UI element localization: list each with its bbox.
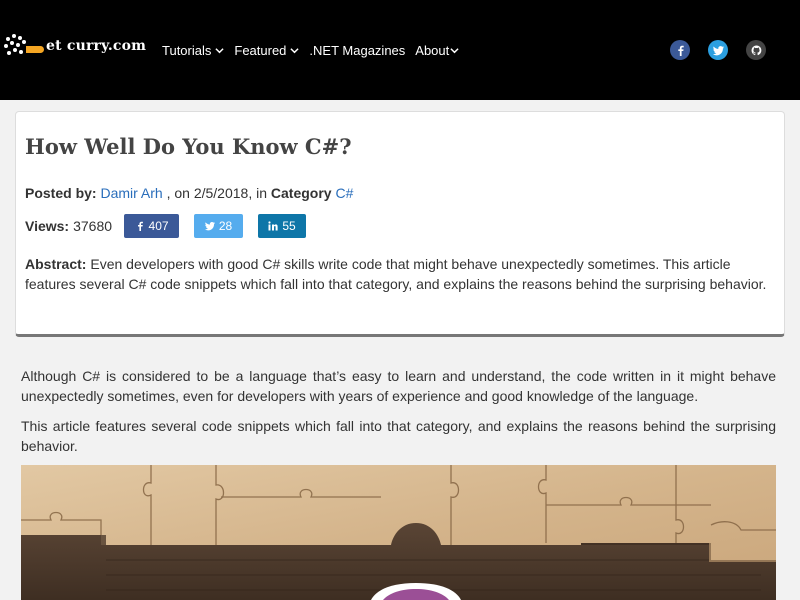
abstract-text: Even developers with good C# skills writ… bbox=[25, 256, 767, 292]
share-count: 28 bbox=[218, 219, 233, 233]
site-logo[interactable]: et curry.com bbox=[4, 33, 146, 59]
nav-item-about[interactable]: About bbox=[415, 43, 459, 58]
twitter-share-button[interactable]: 28 bbox=[194, 214, 244, 238]
date-text: , on 2/5/2018, in bbox=[162, 185, 271, 201]
nav-item-net-magazines[interactable]: .NET Magazines bbox=[309, 43, 405, 58]
nav-label: Tutorials bbox=[162, 43, 212, 58]
share-count: 55 bbox=[282, 219, 296, 233]
site-header: et curry.com Tutorials Featured .NET Mag… bbox=[0, 0, 800, 100]
views-count: 37680 bbox=[73, 218, 113, 234]
nav-item-tutorials[interactable]: Tutorials bbox=[162, 43, 224, 58]
posted-by-label: Posted by: bbox=[25, 185, 97, 201]
nav-label: .NET Magazines bbox=[309, 43, 406, 58]
linkedin-share-button[interactable]: 55 bbox=[258, 214, 307, 238]
nav-label: Featured bbox=[234, 43, 287, 58]
article-header-card: How Well Do You Know C#? Posted by: Dami… bbox=[15, 111, 785, 337]
twitter-icon bbox=[204, 222, 215, 231]
views-row: Views: 37680 407 28 55 bbox=[25, 214, 307, 238]
abstract-label: Abstract: bbox=[25, 256, 87, 272]
category-link[interactable]: C# bbox=[335, 185, 353, 201]
linkedin-icon bbox=[268, 221, 278, 231]
jigsaw-puzzle-image bbox=[21, 465, 776, 600]
github-link[interactable] bbox=[746, 40, 766, 60]
facebook-icon bbox=[137, 221, 143, 231]
nav-label: About bbox=[415, 43, 450, 58]
nav-item-featured[interactable]: Featured bbox=[234, 43, 300, 58]
share-count: 407 bbox=[148, 219, 169, 233]
article-hero-image bbox=[21, 465, 776, 600]
github-icon bbox=[751, 45, 761, 55]
twitter-link[interactable] bbox=[708, 40, 728, 60]
twitter-icon bbox=[712, 45, 724, 55]
article-paragraph: Although C# is considered to be a langua… bbox=[21, 368, 776, 404]
article-title: How Well Do You Know C#? bbox=[25, 134, 352, 159]
article-abstract: Abstract: Even developers with good C# s… bbox=[25, 254, 775, 294]
facebook-share-button[interactable]: 407 bbox=[124, 214, 180, 238]
article-meta: Posted by: Damir Arh , on 2/5/2018, in C… bbox=[25, 185, 353, 201]
views-label: Views: bbox=[25, 218, 70, 234]
facebook-icon bbox=[677, 45, 684, 56]
chevron-down-icon bbox=[215, 48, 224, 54]
facebook-link[interactable] bbox=[670, 40, 690, 60]
main-nav: Tutorials Featured .NET Magazines About bbox=[162, 43, 469, 58]
logo-mark bbox=[4, 33, 44, 59]
chevron-down-icon bbox=[450, 48, 459, 54]
author-link[interactable]: Damir Arh bbox=[100, 185, 162, 201]
logo-text: et curry.com bbox=[46, 38, 147, 54]
category-label: Category bbox=[270, 185, 332, 201]
article-paragraph: This article features several code snipp… bbox=[21, 418, 776, 454]
chevron-down-icon bbox=[290, 48, 300, 54]
